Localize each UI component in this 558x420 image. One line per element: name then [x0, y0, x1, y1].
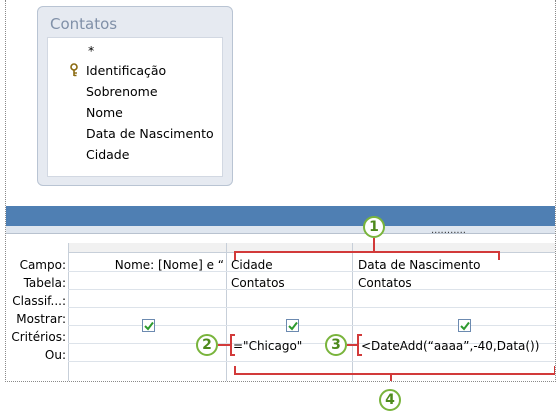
- bracket-1-top: [234, 251, 500, 253]
- field-label: *: [88, 42, 95, 58]
- callout-2: 2: [196, 334, 218, 356]
- bracket-4-bottom: [234, 373, 555, 375]
- field-label: Sobrenome: [86, 83, 158, 99]
- bracket-2-bottom: [230, 354, 235, 356]
- row-label-ou: Ou:: [44, 348, 66, 362]
- grid-cell-criterios-2[interactable]: ="Chicago": [233, 337, 333, 355]
- field-label: Data de Nascimento: [86, 125, 214, 141]
- row-label-tabela: Tabela:: [23, 276, 66, 290]
- bracket-3-bottom: [357, 354, 362, 356]
- bracket-2-top: [230, 334, 235, 336]
- row-label-classif: Classif...:: [12, 294, 66, 308]
- query-designer-window: Contatos * Identificação Sobrenome Nome …: [5, 0, 556, 382]
- query-design-grid: Campo: Tabela: Classif...: Mostrar: Crit…: [6, 235, 555, 381]
- table-pane: Contatos * Identificação Sobrenome Nome …: [6, 0, 555, 205]
- grid-cell-tabela-2[interactable]: Contatos: [231, 274, 349, 292]
- grid-cell-tabela-3[interactable]: Contatos: [358, 274, 554, 292]
- table-title: Contatos: [50, 15, 118, 33]
- field-list: * Identificação Sobrenome Nome Data de N…: [47, 37, 223, 177]
- callout-3: 3: [325, 334, 347, 356]
- row-label-mostrar: Mostrar:: [16, 312, 66, 326]
- callout-1: 1: [363, 216, 385, 238]
- grid-cell-campo-2[interactable]: Cidade: [231, 256, 349, 274]
- bracket-1-stem: [373, 238, 375, 252]
- bracket-1-right: [498, 251, 500, 260]
- bracket-3-line: [357, 334, 359, 356]
- grid-cell-criterios-3[interactable]: <DateAdd(“aaaa”,-40,Data()): [361, 337, 555, 355]
- grid-cell-campo-1[interactable]: Nome: [Nome] e “: [74, 256, 224, 274]
- checkmark-icon: [460, 321, 470, 331]
- contatos-table-box[interactable]: Contatos * Identificação Sobrenome Nome …: [37, 6, 233, 186]
- grid-row-divider: [68, 307, 555, 308]
- grid-header-band: [6, 226, 555, 234]
- show-checkbox-2[interactable]: [286, 319, 299, 332]
- row-label-campo: Campo:: [19, 258, 66, 272]
- row-label-criterios: Critérios:: [11, 330, 66, 344]
- bracket-4-right: [554, 366, 555, 375]
- pane-splitter-band[interactable]: [6, 206, 555, 226]
- callout-4: 4: [379, 389, 401, 411]
- bracket-2-stem: [218, 344, 230, 346]
- column-selector-dots[interactable]: ...........: [431, 226, 466, 236]
- primary-key-icon: [68, 63, 80, 77]
- bracket-2-line: [230, 334, 232, 356]
- field-label: Nome: [86, 104, 123, 120]
- field-label: Identificação: [86, 62, 167, 78]
- grid-row-divider: [68, 361, 555, 362]
- bracket-4-stem: [390, 373, 392, 381]
- show-checkbox-3[interactable]: [458, 319, 471, 332]
- field-label: Cidade: [86, 146, 130, 162]
- bracket-3-stem: [347, 344, 357, 346]
- bracket-3-top: [357, 334, 362, 336]
- grid-cell-campo-3[interactable]: Data de Nascimento: [358, 256, 554, 274]
- checkmark-icon: [288, 321, 298, 331]
